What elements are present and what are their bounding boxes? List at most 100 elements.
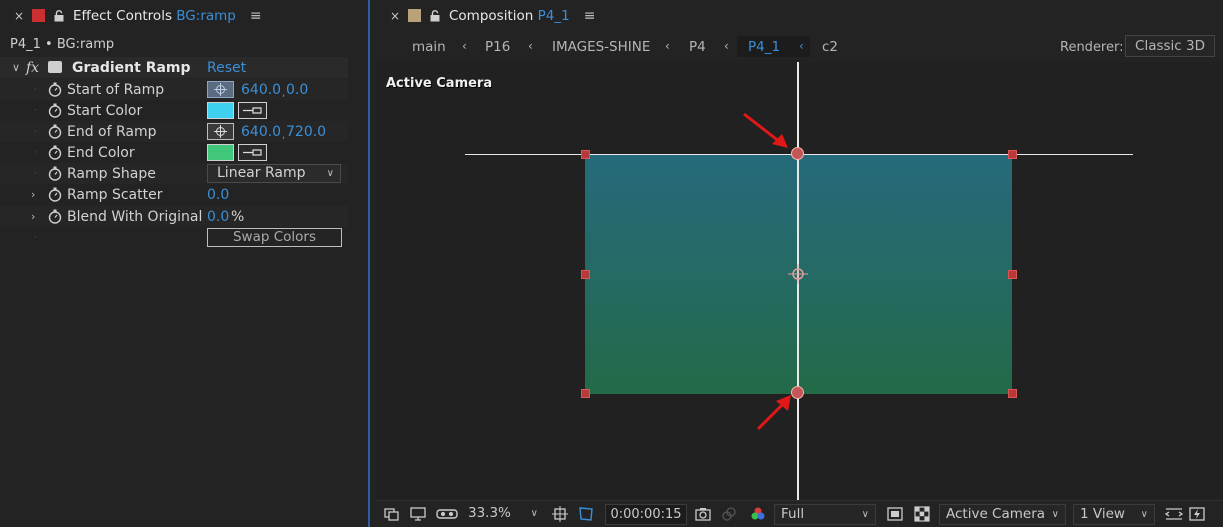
fx-toggle-icon[interactable]: fx xyxy=(26,60,39,76)
start-ramp-y-value[interactable]: 0.0 xyxy=(286,82,308,98)
snapshot-camera-icon[interactable] xyxy=(695,506,711,522)
start-color-swatch[interactable] xyxy=(207,102,234,119)
chevron-down-icon: ∨ xyxy=(861,509,869,520)
expand-chevron-icon[interactable]: › xyxy=(31,210,35,223)
3d-view-select[interactable]: Active Camera ∨ xyxy=(939,504,1066,525)
reset-button[interactable]: Reset xyxy=(207,60,246,76)
monitor-icon[interactable] xyxy=(410,506,426,522)
crumb-main[interactable]: main xyxy=(412,39,446,55)
mask-visibility-icon[interactable] xyxy=(578,506,594,522)
panel-menu-icon[interactable]: ≡ xyxy=(584,8,596,24)
layer-handle-bottom-right[interactable] xyxy=(1008,389,1017,398)
transparency-grid-icon[interactable] xyxy=(914,506,930,522)
crumb-images-shine[interactable]: IMAGES-SHINE xyxy=(552,39,650,55)
prop-label: Ramp Scatter xyxy=(67,186,163,203)
row-dot: · xyxy=(34,168,37,179)
layer-handle-bottom-left[interactable] xyxy=(581,389,590,398)
chevron-left-icon: ‹ xyxy=(799,39,804,53)
point-target-button[interactable] xyxy=(207,123,234,140)
effect-header-gradient-ramp[interactable]: ∨ fx Gradient Ramp Reset xyxy=(0,57,348,78)
annotation-arrow-top-icon xyxy=(743,112,788,148)
prop-label: Start Color xyxy=(67,102,143,119)
prop-ramp-scatter: › Ramp Scatter 0.0 xyxy=(0,184,348,205)
close-icon[interactable]: × xyxy=(390,9,400,23)
color-channels-icon[interactable] xyxy=(750,506,766,522)
composition-viewer[interactable]: Active Camera xyxy=(376,62,1223,500)
end-ramp-x-value[interactable]: 640.0 xyxy=(241,124,281,140)
separator: , xyxy=(282,88,286,99)
grid-guides-icon[interactable] xyxy=(552,506,568,522)
crumb-p16[interactable]: P16 xyxy=(485,39,510,55)
view-layout-select[interactable]: 1 View ∨ xyxy=(1073,504,1155,525)
panel-menu-icon[interactable]: ≡ xyxy=(250,8,262,24)
layer-handle-mid-left[interactable] xyxy=(581,270,590,279)
stopwatch-icon[interactable] xyxy=(48,124,62,139)
region-of-interest-icon[interactable] xyxy=(887,506,903,522)
label-color-swatch[interactable] xyxy=(32,9,45,22)
magnification-select[interactable]: 33.3% ∨ xyxy=(462,504,544,525)
chevron-down-icon: ∨ xyxy=(530,508,538,519)
stopwatch-icon[interactable] xyxy=(48,187,62,202)
prop-end-color: · End Color xyxy=(0,142,348,163)
end-color-swatch[interactable] xyxy=(207,144,234,161)
stopwatch-icon[interactable] xyxy=(48,166,62,181)
expand-chevron-icon[interactable]: › xyxy=(31,188,35,201)
start-of-ramp-point[interactable] xyxy=(791,147,804,160)
row-dot: · xyxy=(34,147,37,158)
composition-panel: × Composition P4_1 ≡ main ‹ P16 ‹ IMAGES… xyxy=(376,0,1223,527)
chevron-down-icon: ∨ xyxy=(1140,509,1148,520)
end-ramp-y-value[interactable]: 720.0 xyxy=(286,124,326,140)
close-icon[interactable]: × xyxy=(14,9,24,23)
lock-icon[interactable] xyxy=(429,9,441,22)
crosshair-icon xyxy=(214,83,227,96)
layer-handle-top-left[interactable] xyxy=(581,150,590,159)
viewer-toolbar: 33.3% ∨ 0:00:00:15 Full ∨ Active Camera … xyxy=(376,500,1223,527)
lock-icon[interactable] xyxy=(53,9,65,22)
current-time-display[interactable]: 0:00:00:15 xyxy=(605,504,687,525)
ramp-shape-select[interactable]: Linear Ramp ∨ xyxy=(207,164,341,183)
stopwatch-icon[interactable] xyxy=(48,103,62,118)
fast-preview-icon[interactable] xyxy=(1189,506,1205,522)
chevron-left-icon: ‹ xyxy=(528,39,533,53)
stopwatch-icon[interactable] xyxy=(48,209,62,224)
layer-handle-mid-right[interactable] xyxy=(1008,270,1017,279)
prop-swap-colors: · Swap Colors xyxy=(0,227,348,248)
app-window: × Effect Controls BG:ramp ≡ P4_1 • BG:ra… xyxy=(0,0,1223,527)
renderer-button[interactable]: Classic 3D xyxy=(1125,35,1215,57)
eyedropper-icon xyxy=(243,149,262,156)
row-dot: · xyxy=(34,84,37,95)
prop-label: Ramp Shape xyxy=(67,165,156,182)
panel-title: Effect Controls BG:ramp xyxy=(73,7,236,24)
effect-name: Gradient Ramp xyxy=(72,59,191,76)
blend-value[interactable]: 0.0 xyxy=(207,209,229,225)
always-preview-icon[interactable] xyxy=(384,506,400,522)
row-dot: · xyxy=(34,105,37,116)
crumb-c2[interactable]: c2 xyxy=(822,39,838,55)
swap-colors-button[interactable]: Swap Colors xyxy=(207,228,342,247)
start-ramp-x-value[interactable]: 640.0 xyxy=(241,82,281,98)
stopwatch-icon[interactable] xyxy=(48,82,62,97)
prop-blend-with-original: › Blend With Original 0.0 % xyxy=(0,206,348,227)
label-color-swatch[interactable] xyxy=(408,9,421,22)
ramp-scatter-value[interactable]: 0.0 xyxy=(207,187,229,203)
prop-end-of-ramp: · End of Ramp 640.0 , 720.0 xyxy=(0,121,348,142)
effect-controls-tab[interactable]: × Effect Controls BG:ramp ≡ xyxy=(0,0,368,31)
layer-handle-top-right[interactable] xyxy=(1008,150,1017,159)
crumb-p4[interactable]: P4 xyxy=(689,39,706,55)
stopwatch-icon[interactable] xyxy=(48,145,62,160)
anchor-point-icon[interactable] xyxy=(788,264,808,284)
crumb-p4-1[interactable]: P4_1 xyxy=(748,39,780,55)
chevron-down-icon: ∨ xyxy=(326,168,334,179)
show-snapshot-icon[interactable] xyxy=(721,506,737,522)
composition-tab[interactable]: × Composition P4_1 ≡ xyxy=(376,0,1223,31)
point-target-button[interactable] xyxy=(207,81,234,98)
prop-label: End Color xyxy=(67,144,135,161)
collapse-chevron-icon[interactable]: ∨ xyxy=(12,61,20,74)
eyedropper-button[interactable] xyxy=(238,144,267,161)
resolution-select[interactable]: Full ∨ xyxy=(774,504,876,525)
separator: , xyxy=(282,130,286,141)
annotation-arrow-bottom-icon xyxy=(756,395,791,431)
toggle-pixel-aspect-icon[interactable] xyxy=(1165,506,1183,522)
vr-glasses-icon[interactable] xyxy=(436,506,458,522)
eyedropper-button[interactable] xyxy=(238,102,267,119)
